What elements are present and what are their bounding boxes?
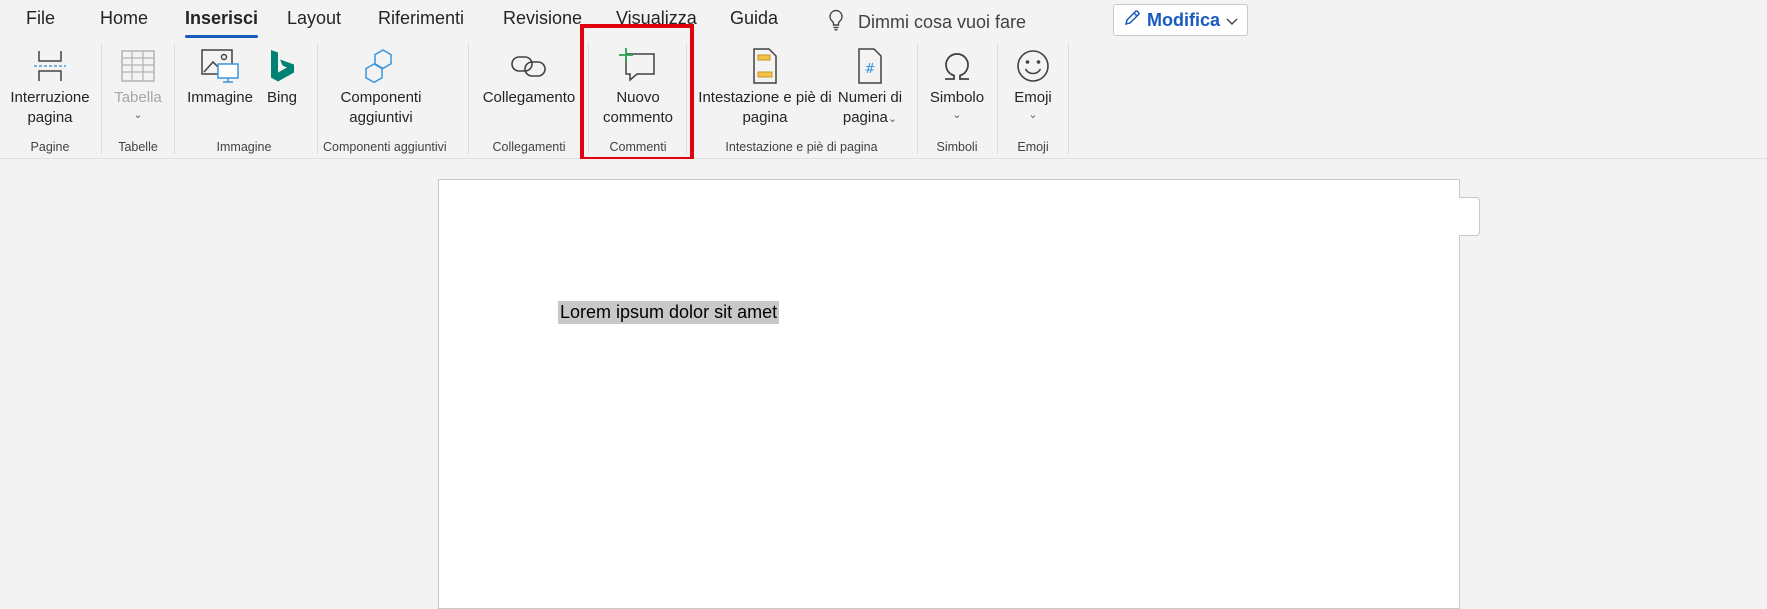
new-comment-button[interactable]: Nuovo commento — [592, 44, 684, 128]
image-icon — [184, 44, 256, 88]
page-numbers-button[interactable]: # Numeri di pagina⌄ — [834, 44, 906, 128]
svg-text:#: # — [865, 62, 876, 77]
smiley-icon — [1000, 44, 1066, 88]
group-label-links: Collegamenti — [492, 140, 566, 154]
group-separator — [174, 44, 175, 154]
group-label-image: Immagine — [216, 140, 272, 154]
comment-pane-tab[interactable] — [1459, 197, 1480, 236]
bing-button[interactable]: Bing — [260, 44, 304, 108]
document-canvas: Lorem ipsum dolor sit amet — [0, 159, 1767, 609]
tab-guida[interactable]: Guida — [730, 8, 778, 29]
lightbulb-icon — [828, 9, 844, 36]
page-number-icon: # — [834, 44, 906, 88]
group-separator — [917, 44, 918, 154]
page-break-icon — [8, 44, 92, 88]
chevron-down-icon: ⌄ — [133, 109, 143, 121]
link-button[interactable]: Collegamento — [478, 44, 580, 108]
tab-visualizza[interactable]: Visualizza — [616, 8, 697, 29]
header-footer-icon — [697, 44, 833, 88]
chevron-down-icon: ⌄ — [952, 109, 962, 121]
tab-riferimenti[interactable]: Riferimenti — [378, 8, 464, 29]
document-page[interactable]: Lorem ipsum dolor sit amet — [438, 179, 1460, 609]
group-separator — [101, 44, 102, 154]
tab-inserisci[interactable]: Inserisci — [185, 8, 259, 38]
emoji-button[interactable]: Emoji ⌄ — [1000, 44, 1066, 122]
editing-mode-label: Modifica — [1146, 9, 1220, 30]
group-separator — [997, 44, 998, 154]
group-separator — [1068, 44, 1069, 154]
group-label-addins: Componenti aggiuntivi — [323, 140, 447, 154]
page-break-button[interactable]: Interruzione pagina — [8, 44, 92, 128]
header-footer-button[interactable]: Intestazione e piè di pagina — [697, 44, 833, 128]
tell-me-search[interactable]: Dimmi cosa vuoi fare — [828, 9, 1026, 36]
tab-revisione[interactable]: Revisione — [503, 8, 582, 29]
chevron-down-icon: ⌄ — [887, 113, 898, 125]
group-label-symbols: Simboli — [936, 140, 978, 154]
group-label-pages: Pagine — [30, 140, 70, 154]
ribbon: Interruzione pagina Pagine Tabella ⌄ Tab… — [0, 40, 1767, 159]
group-separator — [468, 44, 469, 154]
group-label-emoji: Emoji — [1017, 140, 1049, 154]
symbol-button[interactable]: Simbolo ⌄ — [920, 44, 994, 122]
group-label-comments: Commenti — [609, 140, 667, 154]
tell-me-text: Dimmi cosa vuoi fare — [858, 12, 1027, 32]
chevron-down-icon — [1226, 10, 1238, 31]
table-icon — [106, 44, 170, 88]
group-label-tables: Tabelle — [118, 140, 158, 154]
link-icon — [478, 44, 580, 88]
addins-icon — [323, 44, 439, 88]
new-comment-icon — [592, 44, 684, 88]
ribbon-tab-bar: File Home Inserisci Layout Riferimenti R… — [0, 0, 1767, 40]
editing-mode-button[interactable]: Modifica — [1113, 4, 1248, 36]
bing-icon — [260, 44, 304, 88]
table-button[interactable]: Tabella ⌄ — [106, 44, 170, 122]
tab-layout[interactable]: Layout — [287, 8, 341, 29]
image-button[interactable]: Immagine — [184, 44, 256, 108]
tab-file[interactable]: File — [26, 8, 55, 29]
addins-button[interactable]: Componenti aggiuntivi — [323, 44, 439, 128]
group-separator — [588, 44, 589, 154]
tab-home[interactable]: Home — [100, 8, 148, 29]
group-label-header-footer: Intestazione e piè di pagina — [725, 140, 878, 154]
chevron-down-icon: ⌄ — [1028, 109, 1038, 121]
pencil-icon — [1123, 9, 1141, 32]
selected-text[interactable]: Lorem ipsum dolor sit amet — [558, 301, 780, 324]
omega-icon — [920, 44, 994, 88]
group-separator — [686, 44, 687, 154]
group-separator — [317, 44, 318, 154]
